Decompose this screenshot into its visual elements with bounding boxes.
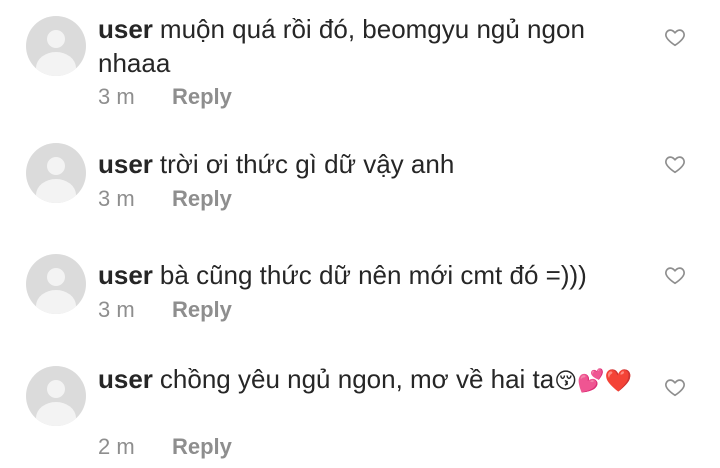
avatar-body-icon (36, 179, 76, 203)
comment-time: 3 m (98, 186, 135, 211)
avatar-head-icon (47, 157, 65, 175)
comment-time: 2 m (98, 434, 135, 459)
heart-icon[interactable] (664, 26, 686, 48)
reply-button[interactable]: Reply (172, 84, 232, 109)
comment-text: user bà cũng thức dữ nên mới cmt đó =))) (98, 258, 638, 292)
comment-meta: 3 m Reply (98, 84, 232, 110)
comment-username[interactable]: user (98, 364, 153, 394)
reply-button[interactable]: Reply (172, 297, 232, 322)
comment-time: 3 m (98, 84, 135, 109)
avatar-body-icon (36, 52, 76, 76)
comment-username[interactable]: user (98, 260, 153, 290)
comment-username[interactable]: user (98, 149, 153, 179)
comment-meta: 3 m Reply (98, 186, 232, 212)
avatar[interactable] (26, 254, 86, 314)
comment-body: muộn quá rồi đó, beomgyu ngủ ngon nhaaa (98, 14, 585, 78)
comment-body: chồng yêu ngủ ngon, mơ về hai ta (159, 364, 555, 394)
heart-icon[interactable] (664, 264, 686, 286)
avatar[interactable] (26, 143, 86, 203)
comment-text: user trời ơi thức gì dữ vậy anh (98, 147, 638, 181)
avatar-head-icon (47, 268, 65, 286)
comment-text: user chồng yêu ngủ ngon, mơ về hai ta😚💕❤️ (98, 362, 638, 399)
comment-meta: 3 m Reply (98, 297, 232, 323)
avatar-body-icon (36, 290, 76, 314)
emoji-icon: 😚💕❤️ (554, 369, 632, 394)
avatar[interactable] (26, 366, 86, 426)
avatar-head-icon (47, 380, 65, 398)
comment-body: trời ơi thức gì dữ vậy anh (159, 149, 455, 179)
reply-button[interactable]: Reply (172, 434, 232, 459)
avatar-head-icon (47, 30, 65, 48)
reply-button[interactable]: Reply (172, 186, 232, 211)
comment-username[interactable]: user (98, 14, 153, 44)
avatar-body-icon (36, 402, 76, 426)
avatar[interactable] (26, 16, 86, 76)
heart-icon[interactable] (664, 376, 686, 398)
comment-text: user muộn quá rồi đó, beomgyu ngủ ngon nh… (98, 12, 638, 80)
comment-body: bà cũng thức dữ nên mới cmt đó =))) (159, 260, 587, 290)
comment-time: 3 m (98, 297, 135, 322)
heart-icon[interactable] (664, 153, 686, 175)
comment-meta: 2 m Reply (98, 434, 232, 460)
